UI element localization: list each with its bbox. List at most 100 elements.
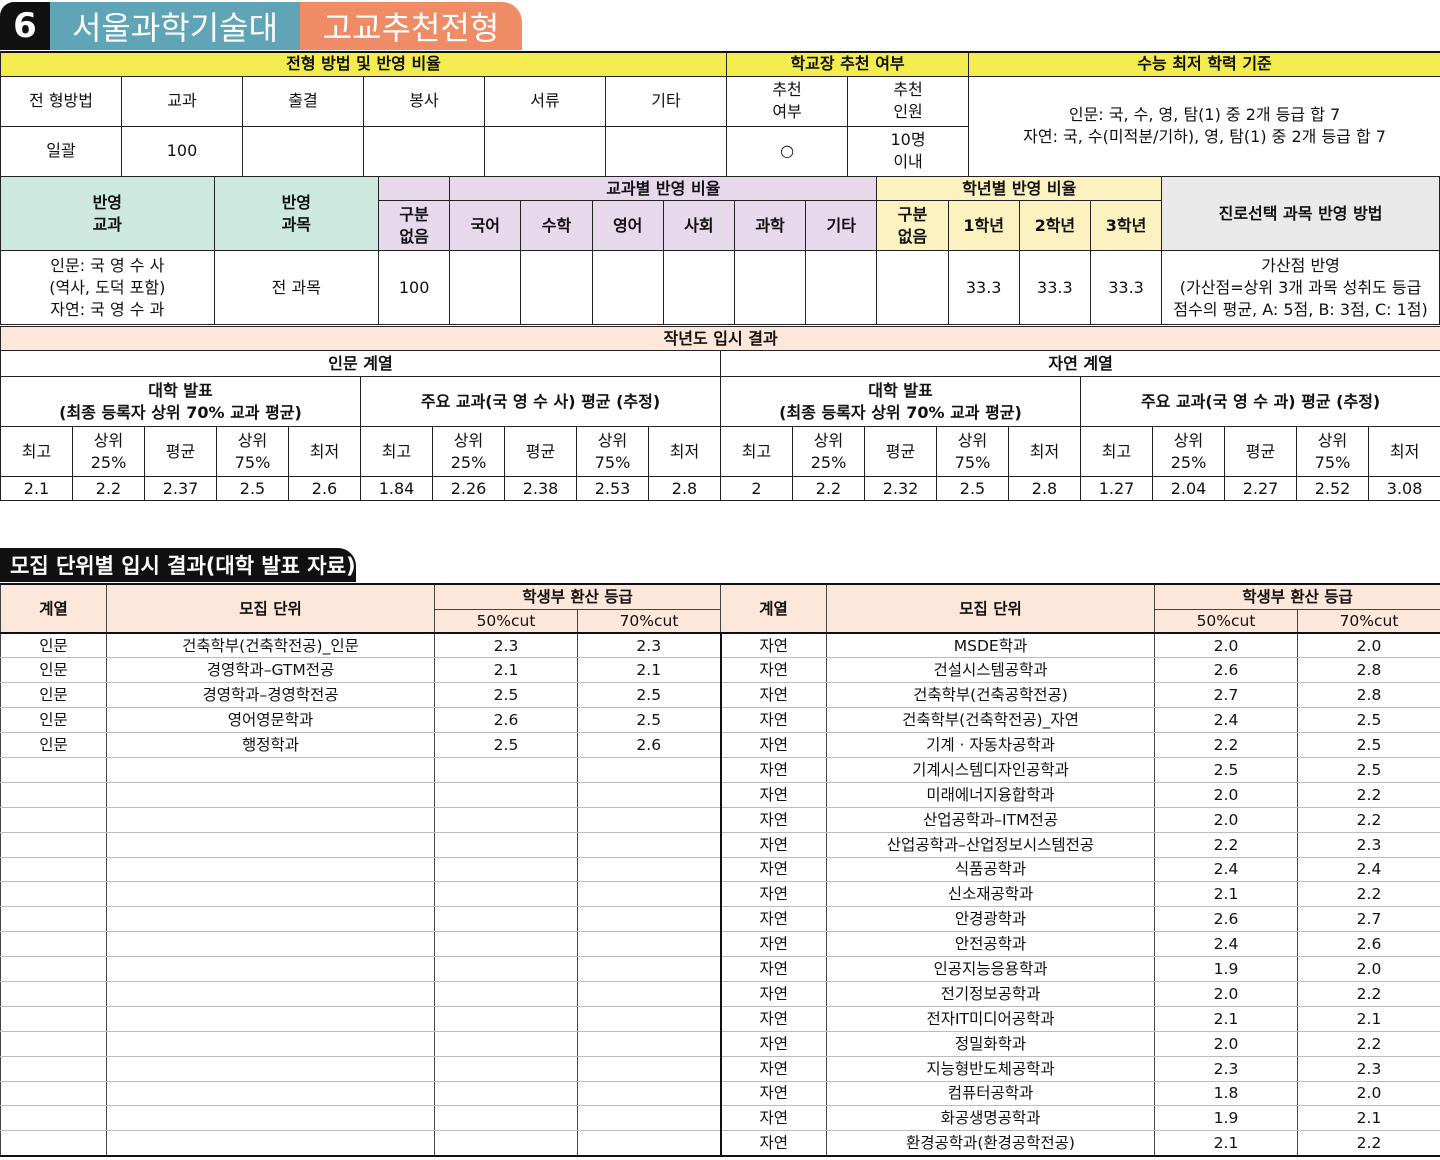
left-cut50-cell bbox=[434, 1055, 578, 1082]
subj-value: 인문: 국 영 수 사 (역사, 도덕 포함) 자연: 국 영 수 과 bbox=[0, 250, 215, 325]
table-row: 자연 미래에너지융합학과 2.0 2.2 bbox=[0, 781, 1440, 808]
right-unit-cell: 환경공학과(환경공학전공) bbox=[826, 1130, 1155, 1157]
right-70cut-header: 70%cut bbox=[1297, 608, 1440, 634]
page-header: 6 서울과학기술대 고교추천전형 bbox=[0, 0, 1440, 50]
col-attendance: 출결 bbox=[242, 75, 364, 127]
stat-header: 최고 bbox=[1080, 426, 1153, 477]
stat-value: 1.84 bbox=[360, 476, 433, 501]
section-title: 모집 단위별 입시 결과(대학 발표 자료) bbox=[0, 548, 356, 582]
course-header: 반영 과목 bbox=[213, 176, 380, 251]
right-cut70-cell: 2.2 bbox=[1297, 1030, 1440, 1057]
table-row: 자연 신소재공학과 2.1 2.2 bbox=[0, 881, 1440, 908]
right-unit-cell: 전자IT미디어공학과 bbox=[826, 1005, 1155, 1032]
nat-univ-header: 대학 발표 (최종 등록자 상위 70% 교과 평균) bbox=[720, 376, 1081, 427]
right-grade-header: 학생부 환산 등급 bbox=[1154, 583, 1440, 610]
right-unit-cell: 식품공학과 bbox=[826, 856, 1155, 883]
table-row: 자연 인공지능응용학과 1.9 2.0 bbox=[0, 956, 1440, 982]
right-cut70-cell: 2.3 bbox=[1297, 831, 1440, 858]
left-cut70-cell bbox=[577, 1005, 721, 1032]
unit-results-table: 계열 모집 단위 학생부 환산 등급 계열 모집 단위 학생부 환산 등급 50… bbox=[0, 583, 1440, 1157]
subj-science: 과학 bbox=[733, 200, 807, 251]
stat-value: 2.8 bbox=[648, 476, 721, 501]
left-cut70-cell: 2.5 bbox=[577, 682, 721, 709]
left-cut50-cell bbox=[434, 831, 578, 858]
right-cut50-cell: 2.0 bbox=[1154, 806, 1298, 833]
val-method: 일괄 bbox=[0, 125, 122, 177]
left-track-cell bbox=[0, 856, 107, 883]
val-attendance bbox=[242, 125, 364, 177]
table-row: 인문 경영학과–경영학전공 2.5 2.5 자연 건축학부(건축공학전공) 2.7 2.8 bbox=[0, 682, 1440, 709]
left-track-cell bbox=[0, 931, 107, 958]
right-track-cell: 자연 bbox=[719, 1005, 827, 1032]
right-cut70-cell: 2.1 bbox=[1297, 1005, 1440, 1032]
left-cut70-cell bbox=[577, 856, 721, 883]
left-unit-cell bbox=[106, 956, 435, 982]
left-unit-cell: 경영학과–GTM전공 bbox=[106, 657, 435, 684]
stat-header: 최저 bbox=[288, 426, 361, 477]
stat-value: 2.5 bbox=[936, 476, 1009, 501]
left-cut50-cell: 2.1 bbox=[434, 657, 578, 684]
year-nodiv: 구분 없음 bbox=[876, 200, 949, 251]
stat-value: 2.26 bbox=[432, 476, 505, 501]
right-unit-cell: 화공생명공학과 bbox=[826, 1105, 1155, 1132]
right-cut70-cell: 2.1 bbox=[1297, 1105, 1440, 1132]
left-cut70-cell bbox=[577, 831, 721, 858]
right-unit-cell: 전기정보공학과 bbox=[826, 980, 1155, 1007]
left-cut70-cell bbox=[577, 1030, 721, 1057]
left-cut70-cell bbox=[577, 956, 721, 982]
left-cut50-cell bbox=[434, 931, 578, 958]
left-cut50-cell bbox=[434, 1080, 578, 1107]
right-cut70-cell: 2.2 bbox=[1297, 980, 1440, 1007]
section-number: 6 bbox=[0, 2, 50, 50]
left-50cut-header: 50%cut bbox=[434, 608, 578, 634]
stat-value: 2.37 bbox=[144, 476, 217, 501]
left-unit-cell bbox=[106, 1005, 435, 1032]
left-cut70-cell bbox=[577, 906, 721, 933]
nat-track-header: 자연 계열 bbox=[719, 350, 1440, 377]
right-unit-cell: 산업공학과–ITM전공 bbox=[826, 806, 1155, 833]
table-row: 자연 산업공학과–ITM전공 2.0 2.2 bbox=[0, 806, 1440, 833]
right-unit-cell: 신소재공학과 bbox=[826, 881, 1155, 908]
stat-value: 2.27 bbox=[1224, 476, 1297, 501]
right-track-cell: 자연 bbox=[719, 906, 827, 933]
right-track-header: 계열 bbox=[720, 583, 827, 634]
right-track-cell: 자연 bbox=[719, 1080, 827, 1107]
stat-header: 최고 bbox=[0, 426, 73, 477]
csat-criteria: 인문: 국, 수, 영, 탐(1) 중 2개 등급 합 7 자연: 국, 수(미… bbox=[968, 75, 1440, 177]
left-track-cell bbox=[0, 1130, 107, 1157]
left-cut50-cell bbox=[434, 756, 578, 783]
right-track-cell: 자연 bbox=[719, 781, 827, 808]
stat-header: 최고 bbox=[720, 426, 793, 477]
stat-value: 2.53 bbox=[576, 476, 649, 501]
right-cut70-cell: 2.0 bbox=[1297, 956, 1440, 982]
table-row: 인문 건축학부(건축학전공)_인문 2.3 2.3 자연 MSDE학과 2.0 2.0 bbox=[0, 632, 1440, 659]
table-row: 자연 컴퓨터공학과 1.8 2.0 bbox=[0, 1080, 1440, 1107]
left-unit-cell: 건축학부(건축학전공)_인문 bbox=[106, 632, 435, 659]
left-cut70-cell bbox=[577, 881, 721, 908]
left-track-cell: 인문 bbox=[0, 657, 107, 684]
left-cut50-cell: 2.6 bbox=[434, 707, 578, 734]
right-unit-cell: 기계 · 자동차공학과 bbox=[826, 732, 1155, 758]
career-header: 진로선택 과목 반영 방법 bbox=[1161, 176, 1440, 251]
stat-value: 1.27 bbox=[1080, 476, 1153, 501]
col-rec-count: 추천 인원 bbox=[847, 75, 970, 127]
right-cut70-cell: 2.7 bbox=[1297, 906, 1440, 933]
left-cut70-cell bbox=[577, 756, 721, 783]
right-cut50-cell: 2.5 bbox=[1154, 756, 1298, 783]
right-track-cell: 자연 bbox=[719, 707, 827, 734]
principal-header: 학교장 추천 여부 bbox=[726, 51, 970, 77]
left-track-cell bbox=[0, 1030, 107, 1057]
stat-value: 3.08 bbox=[1367, 476, 1440, 501]
subj-header: 반영 교과 bbox=[0, 176, 215, 251]
right-unit-cell: 안경광학과 bbox=[826, 906, 1155, 933]
left-cut70-cell: 2.3 bbox=[577, 632, 721, 659]
left-cut50-cell bbox=[434, 881, 578, 908]
right-track-cell: 자연 bbox=[719, 881, 827, 908]
right-track-cell: 자연 bbox=[719, 831, 827, 858]
table-row: 인문 경영학과–GTM전공 2.1 2.1 자연 건설시스템공학과 2.6 2.8 bbox=[0, 657, 1440, 684]
table-row: 자연 식품공학과 2.4 2.4 bbox=[0, 856, 1440, 883]
course-value: 전 과목 bbox=[213, 250, 380, 325]
stat-value: 2.04 bbox=[1152, 476, 1225, 501]
col-method: 전 형방법 bbox=[0, 75, 122, 127]
hum-track-header: 인문 계열 bbox=[0, 350, 721, 377]
